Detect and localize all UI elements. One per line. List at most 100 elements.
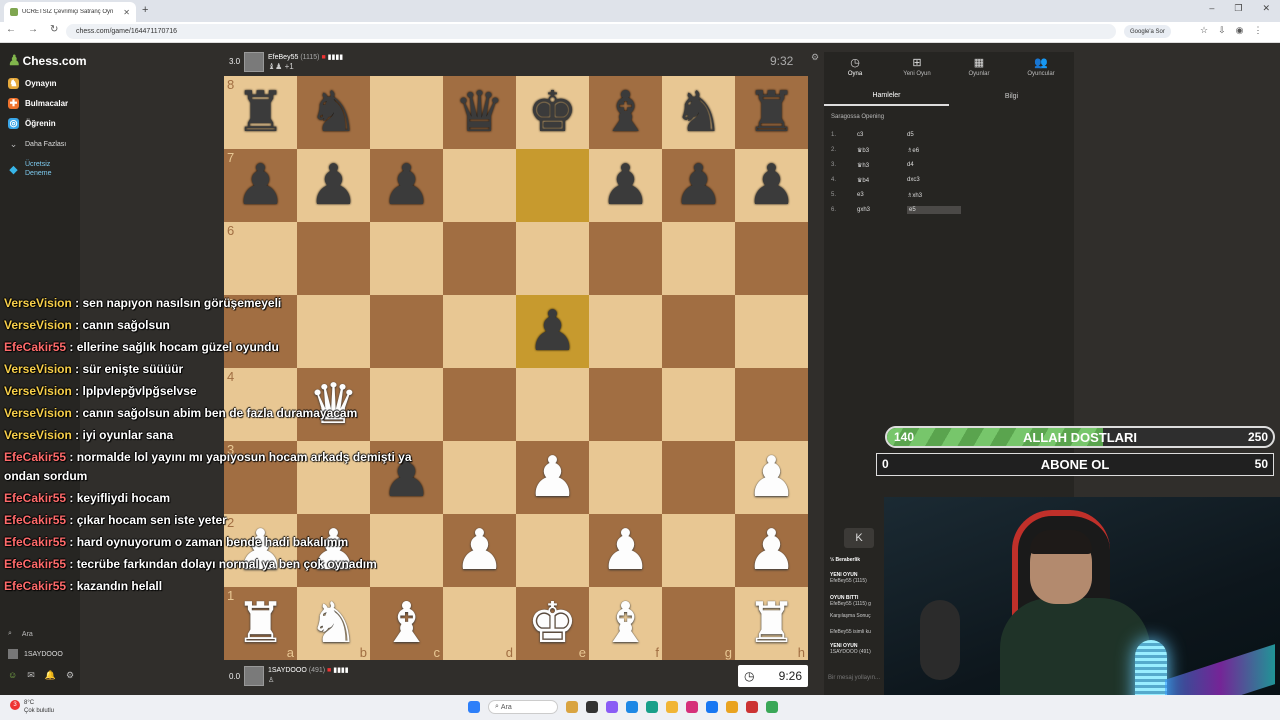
friends-icon[interactable]: ☺: [8, 670, 17, 681]
forward-icon[interactable]: →: [28, 24, 38, 35]
widgets-icon[interactable]: [566, 701, 578, 713]
tab-play[interactable]: ◷ Oyna: [824, 56, 886, 77]
black-rook-icon[interactable]: ♜: [235, 84, 285, 141]
sidebar-item-puzzles[interactable]: ✚ Bulmacalar: [8, 98, 68, 109]
message-input[interactable]: Bir mesaj yollayın...: [828, 675, 880, 681]
url-input[interactable]: chess.com/game/164471170716: [66, 24, 1116, 39]
black-bishop-icon[interactable]: ♝: [600, 84, 650, 141]
start-icon[interactable]: [468, 701, 480, 713]
menu-icon[interactable]: ⋮: [1253, 25, 1262, 36]
tab-info[interactable]: Bilgi: [949, 86, 1074, 106]
black-queen-icon[interactable]: ♛: [454, 84, 504, 141]
square-c7[interactable]: ♟: [370, 149, 443, 222]
square-b4[interactable]: ♛: [297, 368, 370, 441]
white-move[interactable]: ♛h3: [857, 162, 907, 169]
white-pawn-icon[interactable]: ♟: [454, 522, 504, 579]
chrome-2-icon[interactable]: [766, 701, 778, 713]
square-g1[interactable]: g: [662, 587, 735, 660]
tab-new-game[interactable]: ⊞ Yeni Oyun: [886, 56, 948, 77]
square-h4[interactable]: [735, 368, 808, 441]
edge-icon[interactable]: [646, 701, 658, 713]
white-move[interactable]: c3: [857, 132, 907, 138]
square-h1[interactable]: h ♜: [735, 587, 808, 660]
sidebar-item-learn[interactable]: ◎ Öğrenin: [8, 118, 56, 129]
task-view-icon[interactable]: [586, 701, 598, 713]
messages-icon[interactable]: ✉: [27, 670, 35, 681]
tab-players[interactable]: 👥 Oyuncular: [1010, 56, 1072, 77]
chess-board[interactable]: 8 ♜ ♞ ♛ ♚ ♝ ♞ ♜ 7 ♟ ♟ ♟ ♟ ♟ ♟ 6 5 ♟ 4 ♛ 3 ♟ ♟ ♟ 2 ♟ ♟ ♟ ♟ ♟ 1 a ♜ b ♞ c ♝ d e ♚…: [224, 76, 808, 660]
square-a2[interactable]: 2 ♟: [224, 514, 297, 587]
square-e3[interactable]: ♟: [516, 441, 589, 514]
white-move[interactable]: ♛b3: [857, 147, 907, 154]
reload-icon[interactable]: ↻: [50, 24, 58, 35]
square-a7[interactable]: 7 ♟: [224, 149, 297, 222]
square-a4[interactable]: 4: [224, 368, 297, 441]
square-h7[interactable]: ♟: [735, 149, 808, 222]
weather-widget[interactable]: 8°C Çok bulutlu: [24, 699, 54, 715]
black-pawn-icon[interactable]: ♟: [527, 303, 577, 360]
top-player-name[interactable]: EfeBey55 (1115) ■ ▮▮▮▮: [268, 53, 343, 61]
black-pawn-icon[interactable]: ♟: [673, 157, 723, 214]
square-d8[interactable]: ♛: [443, 76, 516, 149]
sidebar-search[interactable]: ⌕ Ara: [8, 630, 33, 638]
black-move[interactable]: ♗e6: [907, 147, 957, 154]
minimize-button[interactable]: –: [1209, 3, 1214, 14]
browser-tab[interactable]: ÜCRETSİZ Çevrimiçi Satranç Oyn ✕: [4, 2, 136, 22]
square-f3[interactable]: [589, 441, 662, 514]
square-f4[interactable]: [589, 368, 662, 441]
store-icon[interactable]: [626, 701, 638, 713]
white-pawn-icon[interactable]: ♟: [746, 522, 796, 579]
bookmark-icon[interactable]: ☆: [1200, 25, 1208, 36]
square-a6[interactable]: 6: [224, 222, 297, 295]
white-rook-icon[interactable]: ♜: [235, 595, 285, 652]
square-b5[interactable]: [297, 295, 370, 368]
square-g5[interactable]: [662, 295, 735, 368]
square-g3[interactable]: [662, 441, 735, 514]
tab-games[interactable]: ▦ Oyunlar: [948, 56, 1010, 77]
square-g4[interactable]: [662, 368, 735, 441]
white-queen-icon[interactable]: ♛: [308, 376, 358, 433]
black-king-icon[interactable]: ♚: [527, 84, 577, 141]
chesscom-logo[interactable]: ♟ Chess.com: [8, 52, 87, 69]
square-b1[interactable]: b ♞: [297, 587, 370, 660]
square-g6[interactable]: [662, 222, 735, 295]
black-pawn-icon[interactable]: ♟: [746, 157, 796, 214]
black-move[interactable]: d4: [907, 162, 957, 168]
square-h2[interactable]: ♟: [735, 514, 808, 587]
explorer-icon[interactable]: [666, 701, 678, 713]
bottom-player-avatar[interactable]: [244, 666, 264, 686]
square-h3[interactable]: ♟: [735, 441, 808, 514]
back-icon[interactable]: ←: [6, 24, 16, 35]
white-pawn-icon[interactable]: ♟: [527, 449, 577, 506]
square-d1[interactable]: d: [443, 587, 516, 660]
square-e7[interactable]: [516, 149, 589, 222]
google-ask-button[interactable]: Google'a Sor: [1124, 25, 1171, 38]
square-c8[interactable]: [370, 76, 443, 149]
square-g8[interactable]: ♞: [662, 76, 735, 149]
white-bishop-icon[interactable]: ♝: [381, 595, 431, 652]
square-b2[interactable]: ♟: [297, 514, 370, 587]
square-d2[interactable]: ♟: [443, 514, 516, 587]
top-player-avatar[interactable]: [244, 52, 264, 72]
black-knight-icon[interactable]: ♞: [308, 84, 358, 141]
instagram-icon[interactable]: [686, 701, 698, 713]
square-e6[interactable]: [516, 222, 589, 295]
black-move[interactable]: ♗xh3: [907, 192, 957, 199]
white-move[interactable]: ♛b4: [857, 177, 907, 184]
square-e5[interactable]: ♟: [516, 295, 589, 368]
bottom-player-name[interactable]: 1SAYDOOO (491) ■ ▮▮▮▮: [268, 666, 349, 674]
sidebar-item-free-trial[interactable]: ◆ Ücretsiz Deneme: [8, 160, 63, 178]
close-tab-icon[interactable]: ✕: [123, 8, 130, 17]
taskbar-search[interactable]: ⌕ Ara: [488, 700, 558, 714]
white-bishop-icon[interactable]: ♝: [600, 595, 650, 652]
black-pawn-icon[interactable]: ♟: [308, 157, 358, 214]
square-b7[interactable]: ♟: [297, 149, 370, 222]
board-settings-icon[interactable]: ⚙: [811, 52, 819, 63]
white-pawn-icon[interactable]: ♟: [600, 522, 650, 579]
profile-icon[interactable]: ◉: [1236, 25, 1244, 36]
square-c1[interactable]: c ♝: [370, 587, 443, 660]
black-knight-icon[interactable]: ♞: [673, 84, 723, 141]
square-c2[interactable]: [370, 514, 443, 587]
square-c4[interactable]: [370, 368, 443, 441]
app-icon[interactable]: [746, 701, 758, 713]
